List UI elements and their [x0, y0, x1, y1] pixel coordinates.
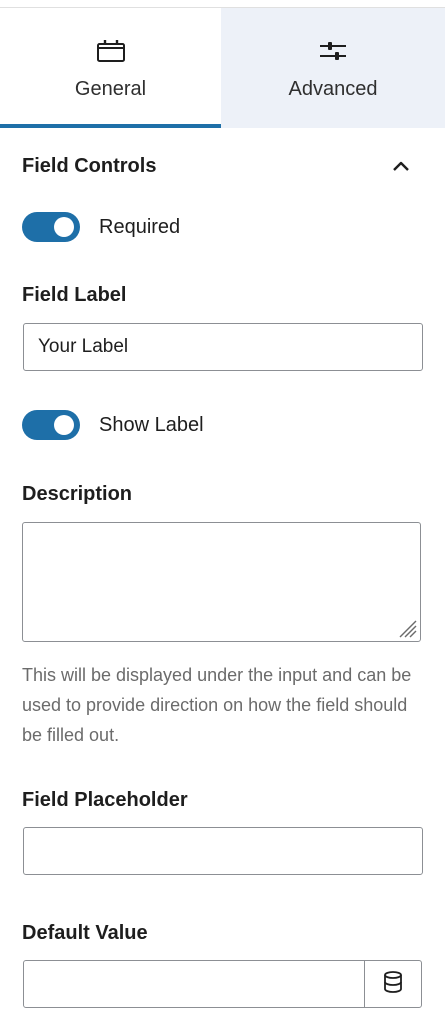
field-label-input[interactable] — [23, 323, 423, 371]
show-label-toggle[interactable] — [22, 410, 80, 440]
description-help-text: This will be displayed under the input a… — [22, 665, 412, 745]
tab-advanced[interactable]: Advanced — [221, 8, 445, 128]
required-toggle[interactable] — [22, 212, 80, 242]
sliders-icon — [318, 38, 348, 64]
default-value-combo — [23, 960, 422, 1008]
show-label-label: Show Label — [99, 413, 204, 436]
tab-general-label: General — [74, 78, 147, 100]
toggle-knob — [54, 415, 74, 435]
top-border — [0, 0, 445, 8]
required-label: Required — [99, 215, 181, 238]
active-tab-indicator — [0, 124, 221, 128]
toggle-knob — [54, 217, 74, 237]
field-label-heading: Field Label — [22, 284, 127, 306]
calendar-box-icon — [96, 38, 126, 64]
resize-grip-icon[interactable] — [396, 617, 418, 639]
placeholder-heading: Field Placeholder — [22, 789, 188, 811]
chevron-up-icon[interactable] — [390, 156, 412, 178]
description-textarea[interactable] — [22, 522, 421, 642]
dynamic-data-button[interactable] — [364, 961, 421, 1007]
description-heading: Description — [22, 483, 133, 505]
tab-advanced-label: Advanced — [288, 78, 378, 100]
placeholder-input[interactable] — [23, 827, 423, 875]
default-value-heading: Default Value — [22, 922, 148, 944]
section-title: Field Controls — [22, 155, 157, 177]
required-toggle-row: Required — [22, 212, 180, 242]
show-label-toggle-row: Show Label — [22, 410, 204, 440]
tab-general[interactable]: General — [0, 8, 221, 128]
default-value-input[interactable] — [24, 961, 364, 1007]
tab-bar: General Advanced — [0, 8, 445, 128]
database-icon — [382, 970, 404, 999]
